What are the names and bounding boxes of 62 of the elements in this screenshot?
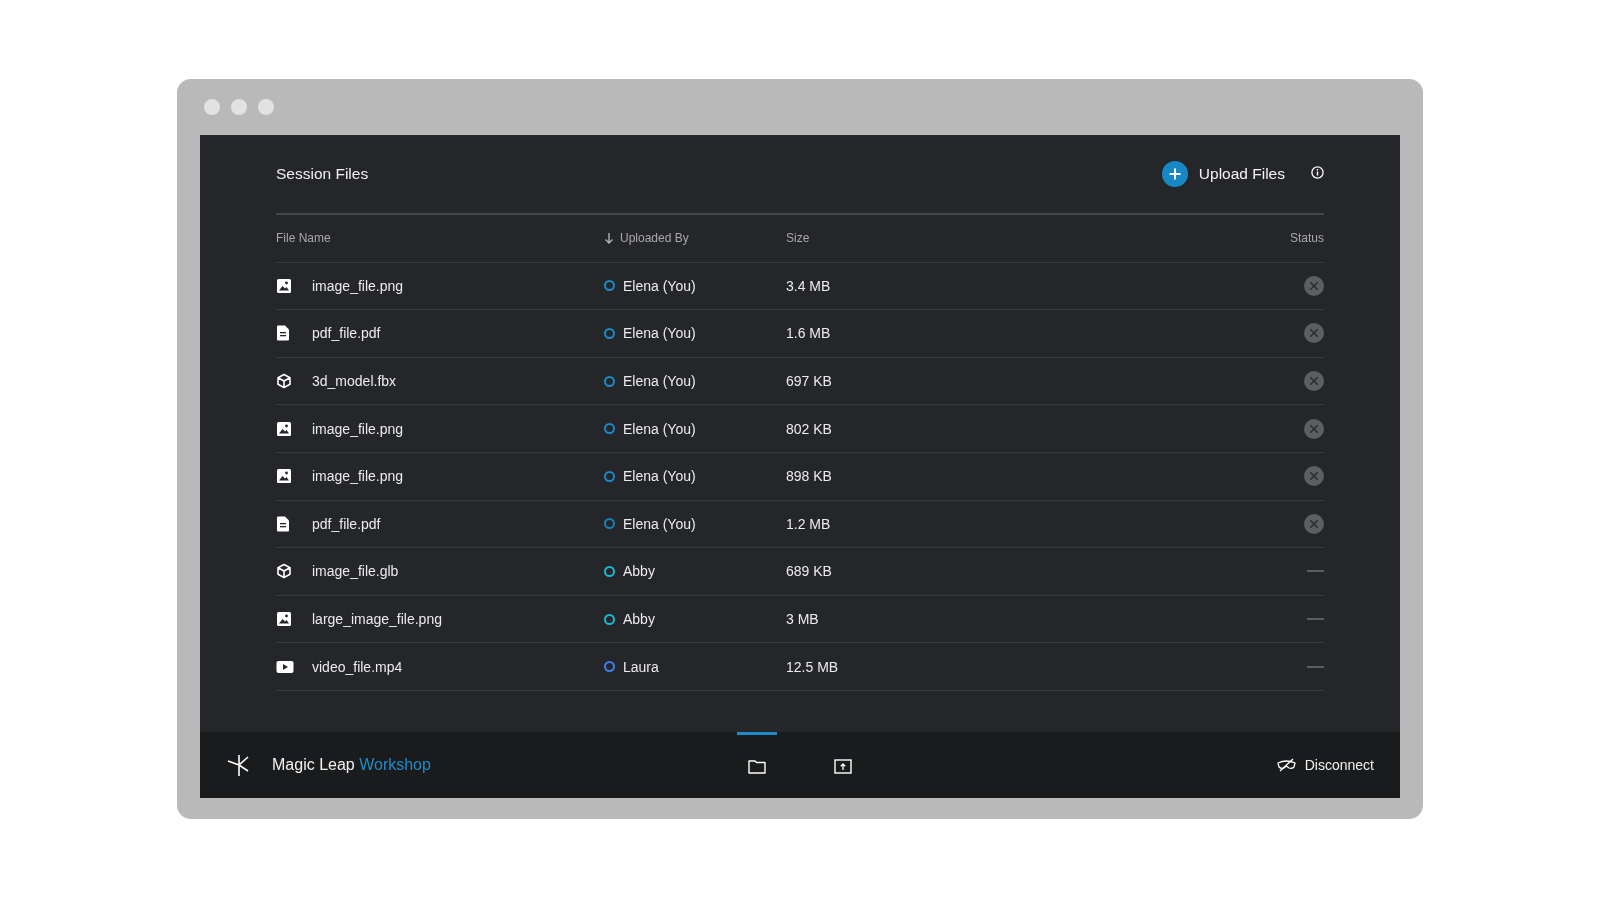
upload-screen-icon: [834, 759, 852, 774]
info-icon[interactable]: [1311, 166, 1324, 179]
uploader-name: Elena (You): [623, 468, 696, 485]
image-icon: [276, 277, 292, 294]
window-dot-icon[interactable]: [258, 99, 274, 115]
column-header[interactable]: Uploaded By: [620, 231, 689, 246]
column-header[interactable]: Status: [1289, 231, 1324, 246]
file-name: 3d_model.fbx: [312, 373, 397, 390]
disconnect-icon: [1276, 758, 1296, 772]
uploader-name: Laura: [623, 658, 659, 675]
window-dot-icon[interactable]: [204, 99, 220, 115]
file-name: pdf_file.pdf: [312, 515, 381, 532]
image-icon: [276, 611, 292, 628]
video-icon: [276, 659, 294, 674]
brand-name: Magic Leap Workshop: [272, 756, 431, 774]
file-size: 1.6 MB: [786, 325, 831, 342]
file-size: 689 KB: [786, 563, 832, 580]
sort-arrow-icon[interactable]: [604, 232, 614, 245]
cancel-icon[interactable]: [1304, 323, 1324, 344]
image-icon: [276, 468, 292, 485]
uploader-name: Abby: [623, 563, 655, 580]
file-size: 3 MB: [786, 611, 819, 628]
file-size: 898 KB: [786, 468, 832, 485]
window-dot-icon[interactable]: [231, 99, 247, 115]
cancel-icon[interactable]: [1304, 275, 1324, 296]
file-name: large_image_file.png: [312, 611, 442, 628]
uploader-name: Elena (You): [623, 325, 696, 342]
dash-icon: [1307, 618, 1324, 621]
plus-icon: [1161, 161, 1188, 187]
uploader-name: Elena (You): [623, 420, 696, 437]
uploader-name: Elena (You): [623, 277, 696, 294]
file-name: image_file.png: [312, 420, 404, 437]
cancel-icon[interactable]: [1304, 466, 1324, 487]
file-size: 697 KB: [786, 373, 832, 390]
uploader-name: Elena (You): [623, 515, 696, 532]
document-icon: [276, 325, 290, 342]
dash-icon: [1307, 570, 1324, 573]
document-icon: [276, 515, 290, 532]
file-name: image_file.png: [312, 468, 404, 485]
cancel-icon[interactable]: [1304, 513, 1324, 534]
file-name: pdf_file.pdf: [312, 325, 381, 342]
file-size: 802 KB: [786, 420, 832, 437]
disconnect-button[interactable]: Disconnect: [1276, 757, 1374, 773]
cube-icon: [276, 373, 292, 390]
file-size: 3.4 MB: [786, 277, 831, 294]
panel-title: Session Files: [276, 165, 370, 183]
file-name: video_file.mp4: [312, 658, 403, 675]
upload-files-button[interactable]: Upload Files: [1161, 161, 1285, 187]
column-header[interactable]: File Name: [276, 231, 331, 246]
dash-icon: [1307, 665, 1324, 668]
folder-icon: [748, 759, 766, 774]
cancel-icon[interactable]: [1304, 418, 1324, 439]
image-icon: [276, 420, 292, 437]
uploader-name: Elena (You): [623, 373, 696, 390]
uploader-name: Abby: [623, 611, 655, 628]
file-size: 12.5 MB: [786, 658, 839, 675]
column-header[interactable]: Size: [786, 231, 810, 246]
file-name: image_file.png: [312, 277, 404, 294]
cancel-icon[interactable]: [1304, 371, 1324, 392]
file-size: 1.2 MB: [786, 515, 831, 532]
file-name: image_file.glb: [312, 563, 399, 580]
cube-icon: [276, 563, 292, 580]
